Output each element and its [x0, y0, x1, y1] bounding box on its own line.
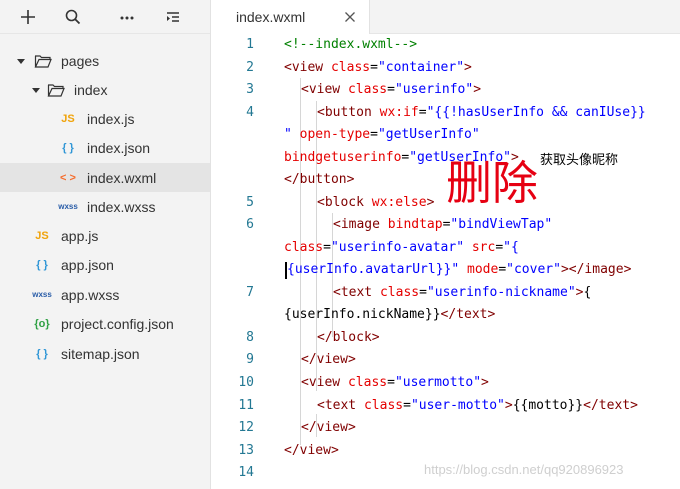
- line-number: 13: [238, 443, 254, 458]
- line-number: 14: [238, 465, 254, 480]
- tree-item-label: app.json: [61, 256, 114, 273]
- line-number: 8: [246, 330, 254, 345]
- tree-item-label: app.wxss: [61, 286, 120, 303]
- chevron-down-icon: [16, 56, 26, 66]
- plus-icon[interactable]: [17, 6, 39, 28]
- tree-item-index-wxss[interactable]: wxss index.wxss: [0, 192, 210, 221]
- tab-index-wxml[interactable]: index.wxml: [212, 0, 370, 34]
- json-file-icon: { }: [62, 141, 74, 154]
- code-editor: index.wxml 1 2 3 4 5 6 7 8 9 10 11 12 13…: [212, 0, 680, 489]
- code-line-12: </view>: [301, 420, 356, 435]
- editor-tab-bar: index.wxml: [212, 0, 680, 34]
- wxss-file-icon: wxss: [58, 202, 78, 211]
- code-line-4-wrap-3: </button>: [284, 172, 355, 187]
- line-number: 2: [246, 60, 254, 75]
- delete-annotation: 删除: [446, 157, 538, 209]
- code-line-2: <view class="container">: [284, 60, 472, 75]
- code-line-4: <button wx:if="{{!hasUserInfo && canIUse…: [317, 105, 646, 120]
- close-icon[interactable]: [342, 9, 358, 25]
- folder-open-icon: [34, 54, 52, 68]
- tree-item-app-wxss[interactable]: wxss app.wxss: [0, 280, 210, 309]
- tree-item-index-json[interactable]: { } index.json: [0, 133, 210, 162]
- code-line-8: </block>: [317, 330, 380, 345]
- line-number: 7: [246, 285, 254, 300]
- tree-item-index-js[interactable]: JS index.js: [0, 104, 210, 133]
- tree-item-label: index: [74, 81, 108, 98]
- code-line-11: <text class="user-motto">{{motto}}</text…: [317, 398, 638, 413]
- line-number: 6: [246, 217, 254, 232]
- tree-item-label: app.js: [61, 227, 99, 244]
- line-number: 11: [238, 398, 254, 413]
- code-line-6-wrap-2: {userInfo.avatarUrl}}" mode="cover"></im…: [287, 262, 632, 277]
- js-file-icon: JS: [35, 229, 49, 242]
- file-explorer: pages index JS index.js { } index.json <…: [0, 0, 211, 489]
- code-line-1: <!--index.wxml-->: [284, 37, 418, 52]
- code-line-3: <view class="userinfo">: [301, 82, 482, 97]
- json-file-icon: { }: [36, 258, 48, 271]
- code-line-7: <text class="userinfo-nickname">{: [333, 285, 592, 300]
- search-icon[interactable]: [62, 6, 84, 28]
- explorer-toolbar: [0, 0, 210, 34]
- code-line-5: <block wx:else>: [317, 195, 435, 210]
- tree-item-sitemap-json[interactable]: { } sitemap.json: [0, 339, 210, 368]
- button-text-annotation: 获取头像昵称: [540, 152, 619, 167]
- tree-item-label: index.wxss: [87, 198, 156, 215]
- tree-item-app-json[interactable]: { } app.json: [0, 250, 210, 279]
- line-number: 5: [246, 195, 254, 210]
- code-line-10: <view class="usermotto">: [301, 375, 489, 390]
- js-file-icon: JS: [61, 112, 75, 125]
- line-number: 10: [238, 375, 254, 390]
- tree-item-label: index.json: [87, 139, 151, 156]
- config-file-icon: {o}: [34, 317, 50, 330]
- line-number: 4: [246, 105, 254, 120]
- folder-open-icon: [47, 83, 65, 97]
- code-line-4-wrap-1: " open-type="getUserInfo": [284, 127, 480, 142]
- tree-item-index-wxml[interactable]: < > index.wxml: [0, 163, 210, 192]
- json-file-icon: { }: [36, 347, 48, 360]
- chevron-down-icon: [31, 85, 41, 95]
- tab-label: index.wxml: [236, 9, 306, 25]
- line-number: 9: [246, 352, 254, 367]
- line-number: 3: [246, 82, 254, 97]
- tree-item-label: project.config.json: [61, 315, 174, 332]
- code-line-7-wrap-1: {userInfo.nickName}}</text>: [284, 307, 496, 322]
- code-area[interactable]: 1 2 3 4 5 6 7 8 9 10 11 12 13 14 <!--ind…: [212, 34, 680, 489]
- tree-item-label: index.wxml: [87, 169, 157, 186]
- tree-item-label: pages: [61, 52, 100, 69]
- code-line-9: </view>: [301, 352, 356, 367]
- line-number: 1: [246, 37, 254, 52]
- tree-item-pages[interactable]: pages: [0, 46, 210, 75]
- code-line-6-wrap-1: class="userinfo-avatar" src="{: [284, 240, 519, 255]
- code-line-13: </view>: [284, 443, 339, 458]
- tree-item-project-config-json[interactable]: {o} project.config.json: [0, 309, 210, 338]
- watermark: https://blog.csdn.net/qq920896923: [424, 462, 624, 477]
- more-icon[interactable]: [116, 6, 138, 28]
- tree-item-label: index.js: [87, 110, 135, 127]
- collapse-icon[interactable]: [162, 6, 184, 28]
- code-line-6: <image bindtap="bindViewTap": [333, 217, 553, 232]
- tree-item-label: sitemap.json: [61, 345, 140, 362]
- tree-item-index-folder[interactable]: index: [0, 75, 210, 104]
- line-number: 12: [238, 420, 254, 435]
- wxml-file-icon: < >: [60, 171, 76, 184]
- wxss-file-icon: wxss: [32, 290, 52, 299]
- tree-item-app-js[interactable]: JS app.js: [0, 221, 210, 250]
